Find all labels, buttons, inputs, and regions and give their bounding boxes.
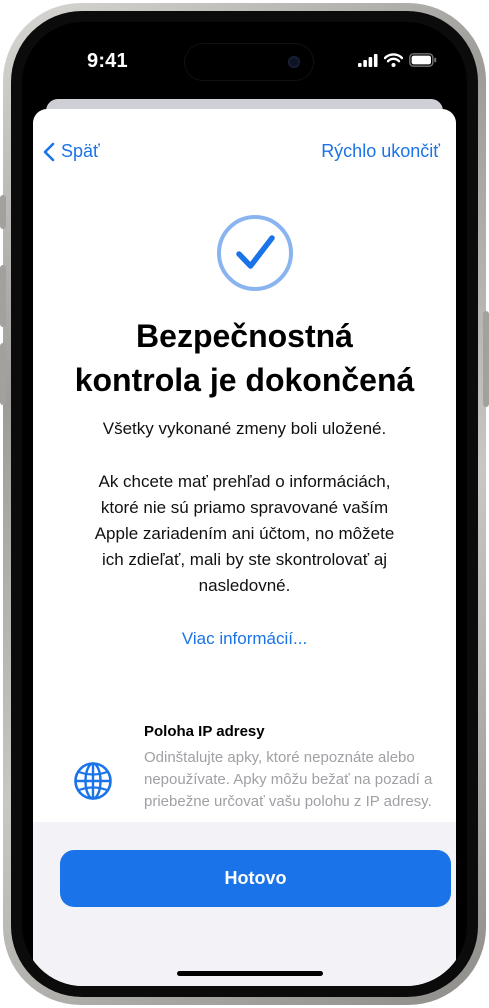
dynamic-island [185,44,313,80]
cellular-signal-icon [358,53,378,67]
back-button[interactable]: Späť [43,141,100,162]
page-title: Bezpečnostná kontrola je dokončená [33,314,456,402]
list-item-ip-location[interactable]: Poloha IP adresy Odinštalujte apky, ktor… [33,717,456,827]
wifi-icon [384,53,403,67]
status-icons [358,52,437,68]
globe-icon [73,761,113,806]
title-line-2: kontrola je dokončená [74,362,415,398]
saved-message: Všetky vykonané zmeny boli uložené. [102,419,387,438]
bottom-action-panel: Hotovo [33,822,456,986]
bezel: 9:41 Späť Rýchlo ukončiť Bezpečnostná ko… [11,11,478,997]
status-bar: 9:41 [22,22,467,80]
side-button [483,311,489,407]
home-indicator [177,971,323,976]
quick-exit-button[interactable]: Rýchlo ukončiť [321,141,440,162]
chevron-left-icon [43,142,55,161]
navigation-bar: Späť Rýchlo ukončiť [33,109,456,169]
done-button[interactable]: Hotovo [60,850,451,907]
item-title: Poloha IP adresy [144,723,265,740]
item-description: Odinštalujte apky, ktoré nepoznáte alebo… [144,749,433,810]
info-paragraph: Ak chcete mať prehľad o informáciách, kt… [94,472,395,595]
back-button-label: Späť [61,141,100,161]
more-info-link[interactable]: Viac informácií... [33,629,456,649]
iphone-frame: 9:41 Späť Rýchlo ukončiť Bezpečnostná ko… [0,3,489,1005]
screen: 9:41 Späť Rýchlo ukončiť Bezpečnostná ko… [22,22,467,986]
title-line-1: Bezpečnostná [136,318,353,354]
status-time: 9:41 [87,50,128,72]
front-camera [288,56,300,68]
volume-down-button [0,343,6,405]
checkmark-icon [217,215,293,291]
volume-up-button [0,265,6,327]
battery-icon [409,53,437,67]
safety-check-sheet: Späť Rýchlo ukončiť Bezpečnostná kontrol… [33,109,456,986]
action-button [0,195,6,229]
checkmark-badge [215,213,295,298]
